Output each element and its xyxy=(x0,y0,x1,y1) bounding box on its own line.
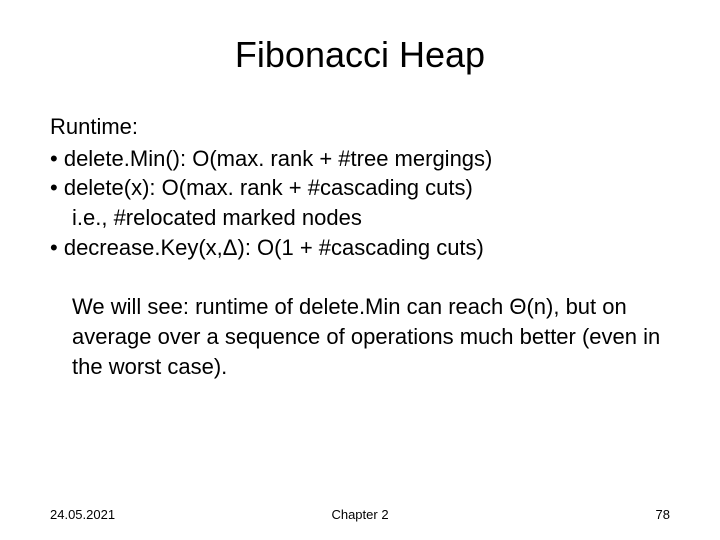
runtime-heading: Runtime: xyxy=(50,112,670,142)
bullet-delete-min: delete.Min(): O(max. rank + #tree mergin… xyxy=(50,144,670,174)
slide-footer: 24.05.2021 Chapter 2 78 xyxy=(0,507,720,522)
footer-date: 24.05.2021 xyxy=(50,507,115,522)
slide-content: Runtime: delete.Min(): O(max. rank + #tr… xyxy=(50,112,670,382)
footer-chapter: Chapter 2 xyxy=(331,507,388,522)
slide-title: Fibonacci Heap xyxy=(50,34,670,76)
bullet-decrease-key: decrease.Key(x,Δ): O(1 + #cascading cuts… xyxy=(50,233,670,263)
footer-page-number: 78 xyxy=(656,507,670,522)
runtime-bullets: delete.Min(): O(max. rank + #tree mergin… xyxy=(50,144,670,263)
bullet-delete-x: delete(x): O(max. rank + #cascading cuts… xyxy=(50,173,670,203)
summary-paragraph: We will see: runtime of delete.Min can r… xyxy=(50,292,670,381)
bullet-delete-x-cont: i.e., #relocated marked nodes xyxy=(50,203,670,233)
slide: Fibonacci Heap Runtime: delete.Min(): O(… xyxy=(0,0,720,540)
